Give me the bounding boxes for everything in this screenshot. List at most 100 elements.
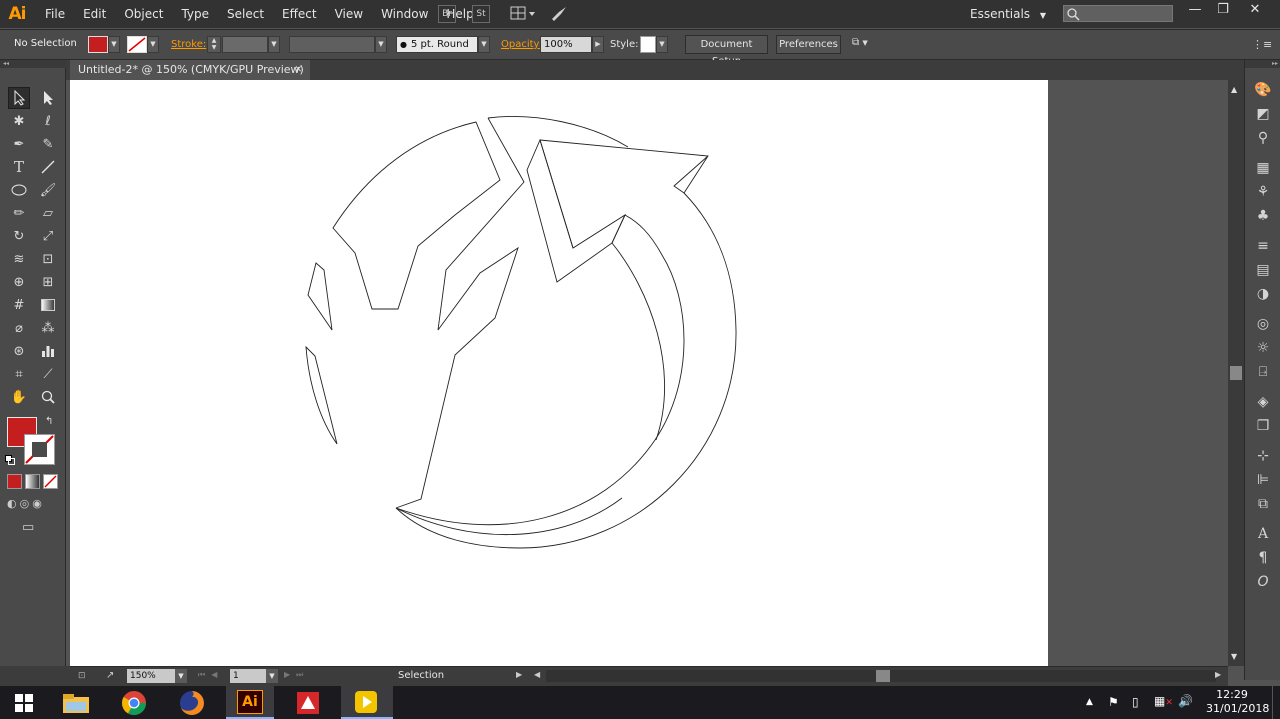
minimize-button[interactable]: —	[1180, 0, 1210, 20]
color-guide-icon[interactable]: ◩	[1245, 102, 1280, 126]
scroll-left-arrow[interactable]: ◀	[534, 670, 540, 679]
opacity-slider-toggle[interactable]: ▶	[592, 36, 604, 53]
panel-menu-icon[interactable]: ⋮≡	[1252, 38, 1272, 52]
scroll-right-arrow[interactable]: ▶	[1215, 670, 1221, 679]
menu-type[interactable]: Type	[172, 0, 218, 28]
arrange-icon[interactable]: ⧉ ▼	[852, 37, 882, 53]
zoom-tool-icon[interactable]	[37, 386, 59, 408]
arrange-documents-icon[interactable]	[510, 5, 536, 23]
zoom-dropdown[interactable]: ▼	[175, 669, 187, 683]
menu-effect[interactable]: Effect	[273, 0, 326, 28]
fill-swatch[interactable]	[88, 36, 108, 53]
transparency-icon[interactable]: ◑	[1245, 282, 1280, 306]
bridge-button[interactable]: Br	[438, 5, 456, 23]
horizontal-scroll-thumb[interactable]	[876, 670, 890, 682]
rotate-tool-icon[interactable]: ↻	[8, 225, 30, 247]
slice-tool-icon[interactable]: ⟋	[37, 363, 59, 385]
opentype-icon[interactable]: O	[1245, 570, 1280, 594]
status-menu-arrow[interactable]: ▶	[516, 670, 522, 679]
scroll-up-arrow[interactable]: ▲	[1231, 85, 1237, 94]
collapse-dock-icon[interactable]: ▸▸	[1245, 60, 1280, 68]
stroke-label[interactable]: Stroke:	[171, 39, 206, 50]
draw-normal-icon[interactable]: ◐	[7, 497, 17, 512]
stroke-weight-dropdown[interactable]: ▼	[268, 36, 280, 53]
opacity-field[interactable]: 100%	[540, 36, 592, 53]
color-panel-icon[interactable]: 🎨	[1245, 78, 1280, 102]
curvature-tool-icon[interactable]: ✎	[37, 133, 59, 155]
fill-dropdown[interactable]: ▼	[108, 36, 120, 53]
restore-button[interactable]: ❐	[1208, 0, 1238, 20]
vertical-scrollbar[interactable]: ▲ ▼	[1228, 80, 1244, 666]
cc-libraries-icon[interactable]: ⚲	[1245, 126, 1280, 150]
preferences-button[interactable]: Preferences	[776, 35, 841, 54]
search-input[interactable]	[1063, 5, 1173, 22]
mesh-tool-icon[interactable]: #	[8, 294, 30, 316]
asset-export-icon[interactable]: ⍈	[1245, 360, 1280, 384]
blend-tool-icon[interactable]: ⁂	[37, 317, 59, 339]
menu-select[interactable]: Select	[218, 0, 273, 28]
action-center-flag-icon[interactable]: ⚑	[1108, 695, 1119, 709]
appearance-icon[interactable]: ◎	[1245, 312, 1280, 336]
screen-mode-icon[interactable]: ▭	[22, 520, 34, 535]
selection-tool-icon[interactable]	[8, 87, 30, 109]
menu-edit[interactable]: Edit	[74, 0, 115, 28]
artboard-next-icons[interactable]: ▶⏭	[284, 670, 309, 680]
document-setup-button[interactable]: Document Setup	[685, 35, 768, 67]
layers-icon[interactable]: ◈	[1245, 390, 1280, 414]
align-icon[interactable]: ⊫	[1245, 468, 1280, 492]
artboard-number-field[interactable]: 1	[230, 669, 266, 683]
menu-view[interactable]: View	[326, 0, 372, 28]
variable-width-profile[interactable]	[289, 36, 375, 53]
character-icon[interactable]: A	[1245, 522, 1280, 546]
color-mode-icon[interactable]	[7, 474, 22, 489]
gradient-tool-icon[interactable]	[37, 294, 59, 316]
graphic-styles-icon[interactable]: ☼	[1245, 336, 1280, 360]
artboard-dropdown[interactable]: ▼	[266, 669, 278, 683]
scroll-down-arrow[interactable]: ▼	[1231, 652, 1237, 661]
artboard-tool-icon[interactable]: ⌗	[8, 363, 30, 385]
lasso-tool-icon[interactable]: ℓ	[37, 110, 59, 132]
workspace-switcher[interactable]: Essentials ▼	[970, 0, 1046, 28]
device-icon[interactable]: ▯	[1132, 695, 1139, 709]
start-button[interactable]	[4, 686, 44, 719]
scroll-thumb[interactable]	[1230, 366, 1242, 380]
stock-button[interactable]: St	[472, 5, 490, 23]
acrobat-taskbar-icon[interactable]	[286, 686, 330, 719]
brush-dropdown[interactable]: ▼	[478, 36, 490, 53]
warp-tool-icon[interactable]: ≋	[8, 248, 30, 270]
column-graph-tool-icon[interactable]	[37, 340, 59, 362]
stroke-swatch[interactable]	[127, 36, 147, 53]
artboard-prev-icons[interactable]: ⏮◀	[198, 670, 223, 680]
artboard[interactable]	[70, 80, 1048, 666]
line-segment-tool-icon[interactable]	[37, 156, 59, 178]
type-tool-icon[interactable]: T	[8, 156, 30, 178]
collapse-toolbar-icon[interactable]: ◂◂	[0, 60, 66, 68]
perspective-grid-tool-icon[interactable]: ⊞	[37, 271, 59, 293]
document-tab[interactable]: Untitled-2* @ 150% (CMYK/GPU Preview) ✕	[70, 60, 310, 80]
pen-tool-icon[interactable]: ✒	[8, 133, 30, 155]
free-transform-tool-icon[interactable]: ⊡	[37, 248, 59, 270]
swatches-icon[interactable]: ▦	[1245, 156, 1280, 180]
default-fill-stroke-icon[interactable]	[5, 455, 15, 465]
stroke-weight-stepper[interactable]: ▲ ▼	[207, 36, 221, 53]
file-explorer-taskbar-icon[interactable]	[56, 686, 96, 719]
stroke-color-box[interactable]	[24, 434, 55, 465]
direct-selection-tool-icon[interactable]	[37, 87, 59, 109]
network-icon[interactable]: ▦✕	[1154, 694, 1173, 708]
zoom-field[interactable]: 150%	[127, 669, 175, 683]
firefox-taskbar-icon[interactable]	[172, 686, 212, 719]
opacity-label[interactable]: Opacity:	[501, 39, 542, 50]
stroke-panel-icon[interactable]: ≡	[1245, 234, 1280, 258]
cc-status-icon[interactable]: ⊡	[78, 671, 86, 681]
horizontal-scrollbar[interactable]	[546, 670, 1216, 682]
brush-definition-field[interactable]: ● 5 pt. Round	[396, 36, 478, 53]
artboards-icon[interactable]: ❐	[1245, 414, 1280, 438]
symbol-sprayer-tool-icon[interactable]: ⊛	[8, 340, 30, 362]
volume-icon[interactable]: 🔊	[1178, 694, 1193, 708]
none-mode-icon[interactable]	[43, 474, 58, 489]
chrome-taskbar-icon[interactable]	[114, 686, 154, 719]
show-hidden-icons[interactable]: ▲	[1086, 697, 1093, 707]
close-tab-icon[interactable]: ✕	[294, 60, 302, 80]
menu-window[interactable]: Window	[372, 0, 437, 28]
pencil-tool-icon[interactable]: ✏	[8, 202, 30, 224]
